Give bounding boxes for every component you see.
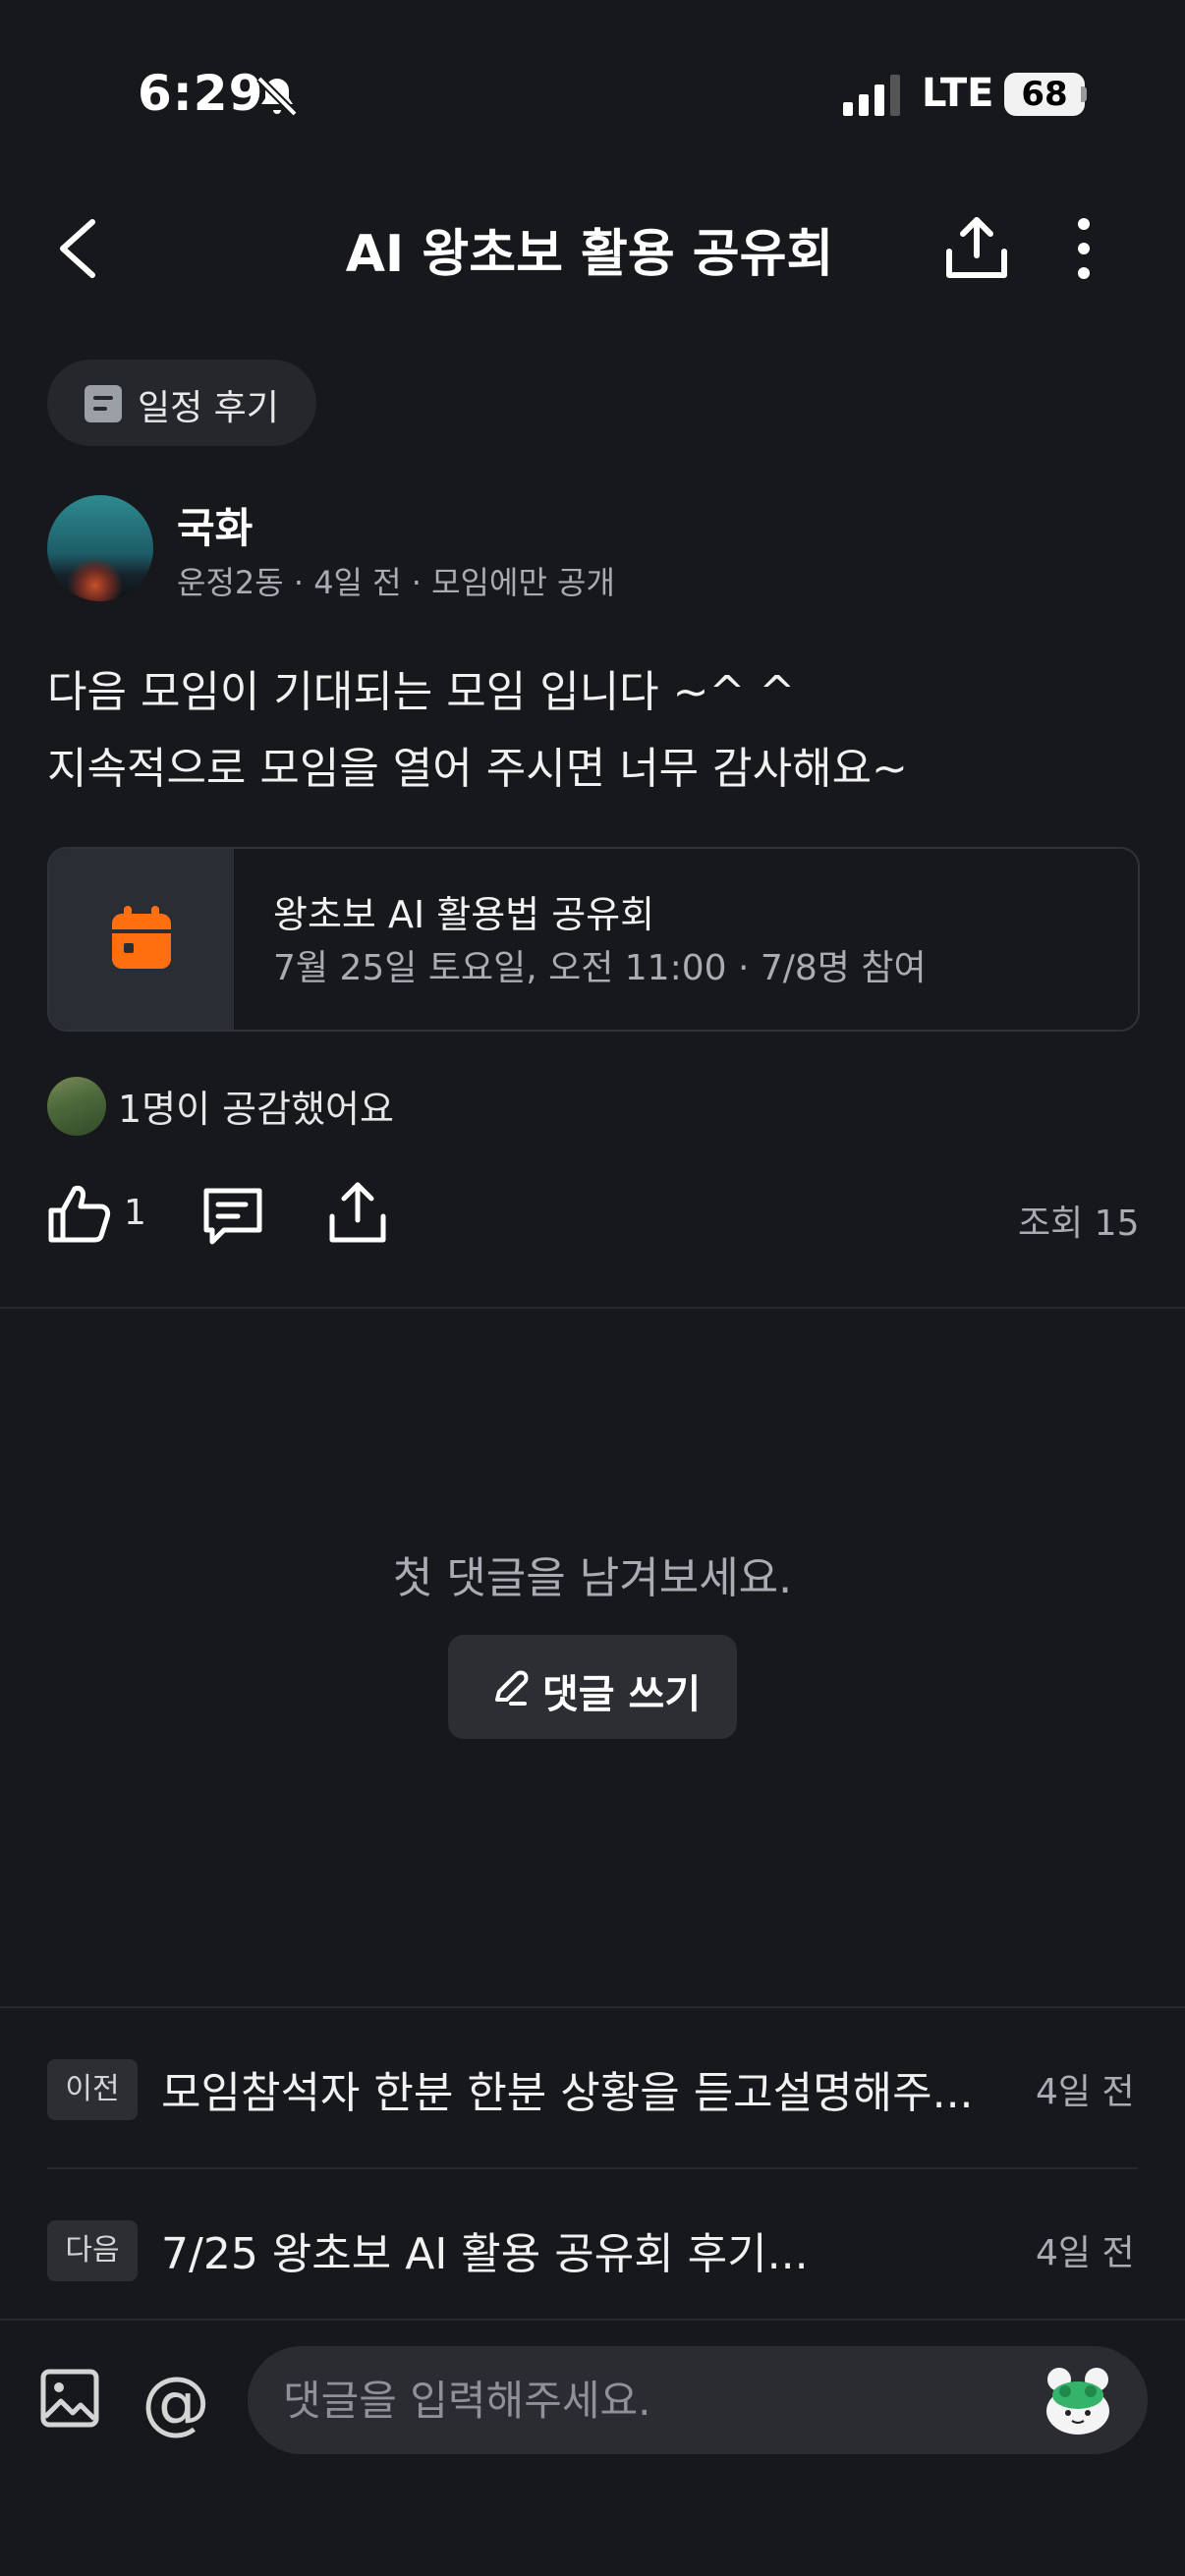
event-details: 7월 25일 토요일, 오전 11:00 · 7/8명 참여 bbox=[273, 948, 927, 988]
thumbs-up-icon[interactable] bbox=[47, 1183, 112, 1244]
next-post-title[interactable]: 7/25 왕초보 AI 활용 공유회 후기... bbox=[161, 2218, 1036, 2281]
comment-icon[interactable] bbox=[202, 1185, 263, 1246]
page-title: AI 왕초보 활용 공유회 bbox=[345, 225, 834, 284]
write-comment-label: 댓글 쓰기 bbox=[542, 1672, 702, 1717]
more-icon[interactable] bbox=[1067, 216, 1100, 281]
post-body-line: 지속적으로 모임을 열어 주시면 너무 감사해요~ bbox=[47, 744, 908, 794]
network-type: LTE bbox=[922, 71, 994, 116]
pencil-icon bbox=[495, 1670, 529, 1706]
share-icon[interactable] bbox=[945, 214, 1008, 281]
signal-icon bbox=[843, 75, 900, 116]
battery-indicator: 68 bbox=[1004, 73, 1085, 116]
likers-text[interactable]: 1명이 공감했어요 bbox=[118, 1079, 394, 1133]
category-label: 일정 후기 bbox=[138, 388, 279, 428]
document-icon bbox=[85, 385, 122, 422]
next-badge: 다음 bbox=[47, 2220, 138, 2281]
empty-comments-text: 첫 댓글을 남겨보세요. bbox=[392, 1553, 793, 1603]
event-title: 왕초보 AI 활용법 공유회 bbox=[273, 893, 655, 936]
like-count: 1 bbox=[124, 1193, 146, 1233]
author-name[interactable]: 국화 bbox=[177, 495, 253, 555]
post-body-line: 다음 모임이 기대되는 모임 입니다 ~^ ^ bbox=[47, 667, 796, 717]
nav-divider bbox=[47, 2167, 1138, 2169]
share-icon[interactable] bbox=[328, 1181, 387, 1244]
back-icon[interactable] bbox=[55, 216, 98, 281]
mention-icon[interactable]: @ bbox=[141, 2362, 210, 2442]
bell-off-icon bbox=[256, 76, 298, 117]
comment-input[interactable] bbox=[248, 2346, 1148, 2454]
event-icon-box bbox=[49, 849, 234, 1030]
next-post-time: 4일 전 bbox=[1036, 2233, 1135, 2273]
section-divider bbox=[0, 1307, 1185, 1309]
author-avatar[interactable] bbox=[47, 495, 153, 601]
liker-avatar[interactable] bbox=[47, 1077, 106, 1136]
prev-post-time: 4일 전 bbox=[1036, 2072, 1135, 2112]
prev-badge: 이전 bbox=[47, 2059, 138, 2120]
section-divider bbox=[0, 2319, 1185, 2321]
section-divider bbox=[0, 2006, 1185, 2008]
event-card[interactable]: 왕초보 AI 활용법 공유회 7월 25일 토요일, 오전 11:00 · 7/… bbox=[47, 847, 1140, 1032]
sticker-icon[interactable] bbox=[1040, 2362, 1116, 2438]
calendar-icon bbox=[112, 906, 171, 969]
prev-post-title[interactable]: 모임참석자 한분 한분 상황을 듣고설명해주... bbox=[161, 2057, 1036, 2120]
author-meta: 운정2동 · 4일 전 · 모임에만 공개 bbox=[177, 564, 615, 601]
view-count: 조회 15 bbox=[1018, 1204, 1140, 1244]
battery-tip bbox=[1081, 86, 1087, 102]
status-time: 6:29 bbox=[138, 65, 264, 122]
gallery-icon[interactable] bbox=[39, 2368, 100, 2429]
